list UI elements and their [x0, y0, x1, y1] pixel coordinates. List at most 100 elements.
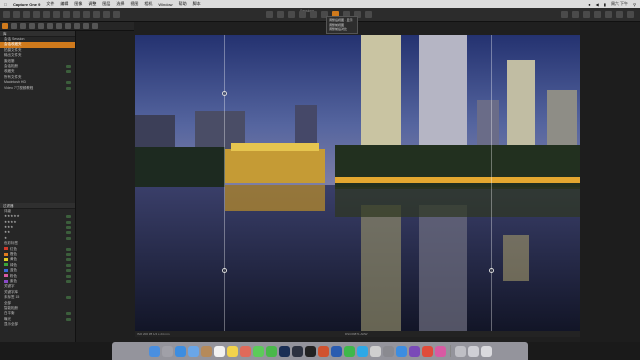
- exposure-info: ISO 200 f/8 1/4 s 24 mm: [137, 332, 170, 336]
- browser-icon[interactable]: [43, 11, 50, 18]
- menu-file[interactable]: 文件: [46, 1, 54, 7]
- count-badge: [66, 215, 71, 219]
- undo-icon[interactable]: [23, 11, 30, 18]
- copy-adjustments-icon[interactable]: [93, 11, 100, 18]
- imovie-icon[interactable]: [408, 345, 420, 357]
- dropdown-option[interactable]: 调整前后对比: [329, 27, 355, 32]
- mail-icon[interactable]: [187, 345, 199, 357]
- chrome-icon[interactable]: [421, 345, 433, 357]
- filter-row[interactable]: 显示全部: [0, 322, 75, 327]
- menu-select[interactable]: 选择: [116, 1, 124, 7]
- zoom-tool-icon[interactable]: [277, 11, 284, 18]
- tab-output[interactable]: [83, 23, 89, 29]
- tab-lens[interactable]: [20, 23, 26, 29]
- guide-line-right[interactable]: [491, 35, 492, 331]
- redo-icon[interactable]: [33, 11, 40, 18]
- spotlight-icon[interactable]: ⚲: [633, 2, 636, 7]
- guide-handle[interactable]: [489, 268, 494, 273]
- preview-icon[interactable]: [369, 345, 381, 357]
- menu-edit[interactable]: 编辑: [60, 1, 68, 7]
- count-badge: [66, 70, 71, 74]
- finder-icon[interactable]: [148, 345, 160, 357]
- guide-handle[interactable]: [222, 91, 227, 96]
- tab-library[interactable]: [2, 23, 8, 29]
- guide-handle[interactable]: [222, 268, 227, 273]
- green-label-icon: [4, 263, 8, 267]
- fullscreen-icon[interactable]: [616, 11, 623, 18]
- app-store-icon[interactable]: [395, 345, 407, 357]
- menu-image[interactable]: 图像: [74, 1, 82, 7]
- apply-adjustments-icon[interactable]: [103, 11, 110, 18]
- tab-local[interactable]: [56, 23, 62, 29]
- process-icon[interactable]: [113, 11, 120, 18]
- menu-camera[interactable]: 相机: [144, 1, 152, 7]
- messages-icon[interactable]: [252, 345, 264, 357]
- photoshop-icon[interactable]: [278, 345, 290, 357]
- night-cityscape-photo[interactable]: [135, 35, 580, 331]
- dropdown-option[interactable]: 调整后视图 · 显示: [329, 18, 355, 23]
- view-dropdown[interactable]: 调整后视图 · 显示 调整前视图 调整前后对比: [326, 16, 358, 34]
- contacts-icon[interactable]: [200, 345, 212, 357]
- settings-icon[interactable]: [627, 11, 634, 18]
- launchpad-icon[interactable]: [161, 345, 173, 357]
- system-preferences-icon[interactable]: [382, 345, 394, 357]
- wechat-icon[interactable]: [343, 345, 355, 357]
- tab-exposure[interactable]: [38, 23, 44, 29]
- documents-stack-icon[interactable]: [467, 345, 479, 357]
- straighten-tool-icon[interactable]: [299, 11, 306, 18]
- apple-icon[interactable]: : [4, 2, 7, 7]
- red-label-icon: [4, 247, 8, 251]
- tower-left: [361, 35, 401, 147]
- reset-icon[interactable]: [83, 11, 90, 18]
- tab-capture[interactable]: [11, 23, 17, 29]
- qq-icon[interactable]: [356, 345, 368, 357]
- volume-icon[interactable]: ◀: [596, 2, 599, 7]
- rotate-right-icon[interactable]: [73, 11, 80, 18]
- rotate-left-icon[interactable]: [63, 11, 70, 18]
- capture-icon[interactable]: [13, 11, 20, 18]
- menu-scripts[interactable]: 脚本: [193, 1, 201, 7]
- dock-separator: [449, 345, 451, 357]
- import-icon[interactable]: [3, 11, 10, 18]
- filter-row-label: 粉色: [10, 273, 17, 278]
- itunes-icon[interactable]: [434, 345, 446, 357]
- focus-mask-icon[interactable]: [583, 11, 590, 18]
- menu-app-name[interactable]: Capture One 9: [13, 2, 40, 7]
- guide-line-left[interactable]: [224, 35, 225, 331]
- menu-adjust[interactable]: 调整: [88, 1, 96, 7]
- filter-row-label: 橙色: [10, 252, 17, 257]
- tab-color[interactable]: [29, 23, 35, 29]
- powerpoint-icon[interactable]: [317, 345, 329, 357]
- wifi-icon[interactable]: ●: [588, 2, 590, 7]
- menu-help[interactable]: 帮助: [179, 1, 187, 7]
- battery-icon[interactable]: ▮: [604, 2, 606, 7]
- capture-one-icon[interactable]: [304, 345, 316, 357]
- exposure-warning-icon[interactable]: [572, 11, 579, 18]
- lightroom-icon[interactable]: [291, 345, 303, 357]
- safari-icon[interactable]: [174, 345, 186, 357]
- menu-clock[interactable]: 周六 下午: [611, 1, 628, 7]
- viewer-icon[interactable]: [53, 11, 60, 18]
- compare-icon[interactable]: [605, 11, 612, 18]
- keystone-tool-icon[interactable]: [310, 11, 317, 18]
- notes-icon[interactable]: [226, 345, 238, 357]
- trash-icon[interactable]: [480, 345, 492, 357]
- tab-batch[interactable]: [92, 23, 98, 29]
- menu-window[interactable]: Window: [158, 2, 172, 7]
- library-item[interactable]: Video 7寸视频教程: [0, 86, 75, 91]
- tab-details[interactable]: [47, 23, 53, 29]
- menu-layer[interactable]: 图层: [102, 1, 110, 7]
- photos-icon[interactable]: [239, 345, 251, 357]
- downloads-stack-icon[interactable]: [454, 345, 466, 357]
- crop-tool-icon[interactable]: [288, 11, 295, 18]
- pan-tool-icon[interactable]: [266, 11, 273, 18]
- view-mode-icon[interactable]: [365, 11, 372, 18]
- word-icon[interactable]: [330, 345, 342, 357]
- facetime-icon[interactable]: [265, 345, 277, 357]
- menu-view[interactable]: 视图: [130, 1, 138, 7]
- tab-metadata[interactable]: [74, 23, 80, 29]
- calendar-icon[interactable]: [213, 345, 225, 357]
- proof-icon[interactable]: [594, 11, 601, 18]
- tab-adjustments[interactable]: [65, 23, 71, 29]
- grid-icon[interactable]: [561, 11, 568, 18]
